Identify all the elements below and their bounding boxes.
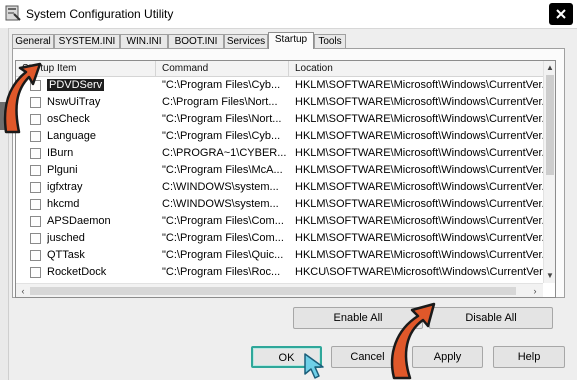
title-bar: System Configuration Utility	[0, 0, 577, 29]
list-item[interactable]: PDVDServ "C:\Program Files\Cyb... HKLM\SOF…	[16, 77, 543, 94]
startup-item-name: PDVDServ	[47, 79, 105, 91]
checkbox[interactable]	[30, 233, 41, 244]
vertical-scroll-thumb[interactable]	[546, 75, 554, 175]
list-item[interactable]: osCheck "C:\Program Files\Nort... HKLM\SOF…	[16, 111, 543, 128]
horizontal-scrollbar[interactable]: ‹ ›	[16, 283, 543, 297]
startup-item-command: C:\WINDOWS\system...	[162, 198, 279, 210]
checkbox[interactable]	[30, 80, 41, 91]
list-item[interactable]: igfxtray C:\WINDOWS\system... HKLM\SOFTWAR…	[16, 179, 543, 196]
tab-startup[interactable]: Startup	[268, 32, 314, 49]
list-item[interactable]: QTTask "C:\Program Files\Quic... HKLM\SOFT…	[16, 247, 543, 264]
vertical-scrollbar[interactable]: ▲ ▼	[543, 61, 555, 283]
startup-item-name: jusched	[47, 232, 85, 244]
horizontal-scroll-thumb[interactable]	[30, 287, 516, 295]
disable-all-button[interactable]: Disable All	[429, 307, 553, 329]
apply-button[interactable]: Apply	[412, 346, 483, 368]
scroll-up-icon[interactable]: ▲	[546, 64, 554, 72]
startup-item-command: "C:\Program Files\McA...	[162, 164, 283, 176]
startup-item-location: HKLM\SOFTWARE\Microsoft\Windows\CurrentV…	[295, 181, 543, 193]
tab-general[interactable]: General	[12, 34, 54, 48]
startup-item-command: "C:\Program Files\Com...	[162, 232, 284, 244]
startup-item-location: HKLM\SOFTWARE\Microsoft\Windows\CurrentV…	[295, 96, 543, 108]
close-icon	[556, 9, 566, 19]
list-item[interactable]: IBurn C:\PROGRA~1\CYBER... HKLM\SOFTWARE\M…	[16, 145, 543, 162]
startup-item-location: HKLM\SOFTWARE\Microsoft\Windows\CurrentV…	[295, 164, 543, 176]
checkbox[interactable]	[30, 199, 41, 210]
window-title: System Configuration Utility	[26, 7, 174, 21]
tab-tools[interactable]: Tools	[314, 34, 346, 48]
startup-item-command: "C:\Program Files\Cyb...	[162, 79, 281, 91]
list-item[interactable]: jusched "C:\Program Files\Com... HKLM\SOFT…	[16, 230, 543, 247]
checkbox[interactable]	[30, 267, 41, 278]
startup-item-command: C:\PROGRA~1\CYBER...	[162, 147, 287, 159]
list-item[interactable]: APSDaemon "C:\Program Files\Com... HKLM\SO…	[16, 213, 543, 230]
column-location[interactable]: Location	[289, 61, 543, 76]
checkbox[interactable]	[30, 182, 41, 193]
startup-item-command: "C:\Program Files\Nort...	[162, 113, 282, 125]
tab-win-ini[interactable]: WIN.INI	[120, 34, 168, 48]
checkbox[interactable]	[30, 131, 41, 142]
startup-item-name: QTTask	[47, 249, 85, 261]
cancel-button[interactable]: Cancel	[331, 346, 404, 368]
scroll-down-icon[interactable]: ▼	[546, 272, 554, 280]
app-icon	[5, 4, 21, 22]
checkbox[interactable]	[30, 148, 41, 159]
startup-item-name: IBurn	[47, 147, 74, 159]
list-item[interactable]: RocketDock "C:\Program Files\Roc... HKCU\S…	[16, 264, 543, 281]
checkbox[interactable]	[30, 165, 41, 176]
startup-item-location: HKLM\SOFTWARE\Microsoft\Windows\CurrentV…	[295, 113, 543, 125]
startup-item-name: Language	[47, 130, 96, 142]
background-window-edge	[0, 28, 9, 380]
checkbox[interactable]	[30, 114, 41, 125]
startup-item-location: HKLM\SOFTWARE\Microsoft\Windows\CurrentV…	[295, 79, 543, 91]
startup-item-location: HKLM\SOFTWARE\Microsoft\Windows\CurrentV…	[295, 147, 543, 159]
startup-item-name: RocketDock	[47, 266, 107, 278]
column-startup-item[interactable]: Startup Item	[16, 61, 156, 76]
startup-item-command: "C:\Program Files\Com...	[162, 215, 284, 227]
startup-item-location: HKLM\SOFTWARE\Microsoft\Windows\CurrentV…	[295, 249, 543, 261]
list-item[interactable]: hkcmd C:\WINDOWS\system... HKLM\SOFTWARE\M…	[16, 196, 543, 213]
close-button[interactable]	[549, 3, 573, 25]
startup-item-name: igfxtray	[47, 181, 83, 193]
checkbox[interactable]	[30, 250, 41, 261]
startup-item-location: HKLM\SOFTWARE\Microsoft\Windows\CurrentV…	[295, 215, 543, 227]
list-item[interactable]: Plguni "C:\Program Files\McA... HKLM\SOFTW…	[16, 162, 543, 179]
list-item[interactable]: Language "C:\Program Files\Cyb... HKLM\SOF…	[16, 128, 543, 145]
enable-all-button[interactable]: Enable All	[293, 307, 423, 329]
tab-system-ini[interactable]: SYSTEM.INI	[54, 34, 120, 48]
checkbox[interactable]	[30, 216, 41, 227]
help-button[interactable]: Help	[493, 346, 565, 368]
scroll-left-icon[interactable]: ‹	[18, 286, 28, 296]
system-configuration-window: System Configuration Utility General SYS…	[0, 0, 577, 380]
startup-item-name: APSDaemon	[47, 215, 111, 227]
tab-boot-ini[interactable]: BOOT.INI	[168, 34, 224, 48]
startup-item-name: NswUiTray	[47, 96, 101, 108]
checkbox[interactable]	[30, 97, 41, 108]
startup-item-command: C:\WINDOWS\system...	[162, 181, 279, 193]
startup-items-list[interactable]: Startup Item Command Location PDVDServ "C…	[15, 60, 556, 298]
startup-item-command: "C:\Program Files\Cyb...	[162, 130, 281, 142]
column-command[interactable]: Command	[156, 61, 289, 76]
startup-item-name: Plguni	[47, 164, 78, 176]
startup-item-location: HKCU\SOFTWARE\Microsoft\Windows\CurrentV…	[295, 266, 543, 278]
startup-item-name: osCheck	[47, 113, 90, 125]
scroll-right-icon[interactable]: ›	[530, 286, 540, 296]
ok-button[interactable]: OK	[251, 346, 322, 368]
list-header: Startup Item Command Location	[16, 61, 543, 77]
startup-item-location: HKLM\SOFTWARE\Microsoft\Windows\CurrentV…	[295, 198, 543, 210]
tab-services[interactable]: Services	[224, 34, 268, 48]
startup-item-command: "C:\Program Files\Roc...	[162, 266, 281, 278]
startup-item-command: C:\Program Files\Nort...	[162, 96, 278, 108]
startup-item-command: "C:\Program Files\Quic...	[162, 249, 284, 261]
list-item[interactable]: NswUiTray C:\Program Files\Nort... HKLM\SO…	[16, 94, 543, 111]
startup-item-name: hkcmd	[47, 198, 80, 210]
startup-item-location: HKLM\SOFTWARE\Microsoft\Windows\CurrentV…	[295, 130, 543, 142]
startup-item-location: HKLM\SOFTWARE\Microsoft\Windows\CurrentV…	[295, 232, 543, 244]
